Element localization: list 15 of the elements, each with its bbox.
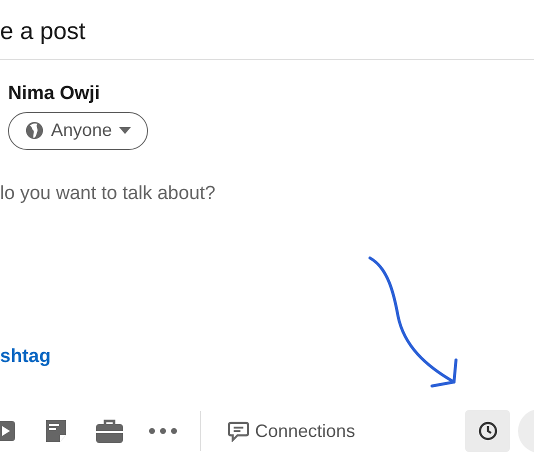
document-icon[interactable]: [44, 419, 68, 444]
schedule-button[interactable]: [465, 410, 510, 452]
dialog-title: e a post: [0, 16, 86, 46]
video-icon[interactable]: [0, 421, 16, 442]
caret-icon: [119, 126, 132, 135]
globe-icon: [25, 121, 44, 140]
hashtag-link[interactable]: shtag: [0, 346, 51, 368]
author-name: Nima Owji: [8, 82, 100, 106]
audience-dropdown[interactable]: Anyone: [8, 112, 148, 150]
clock-icon: [478, 421, 498, 442]
speech-bubble-icon: [228, 420, 249, 442]
comment-audience-button[interactable]: Connections: [228, 418, 356, 445]
post-text-field[interactable]: lo you want to talk about?: [0, 180, 400, 208]
more-icon[interactable]: [149, 428, 177, 434]
briefcase-icon[interactable]: [96, 419, 123, 444]
